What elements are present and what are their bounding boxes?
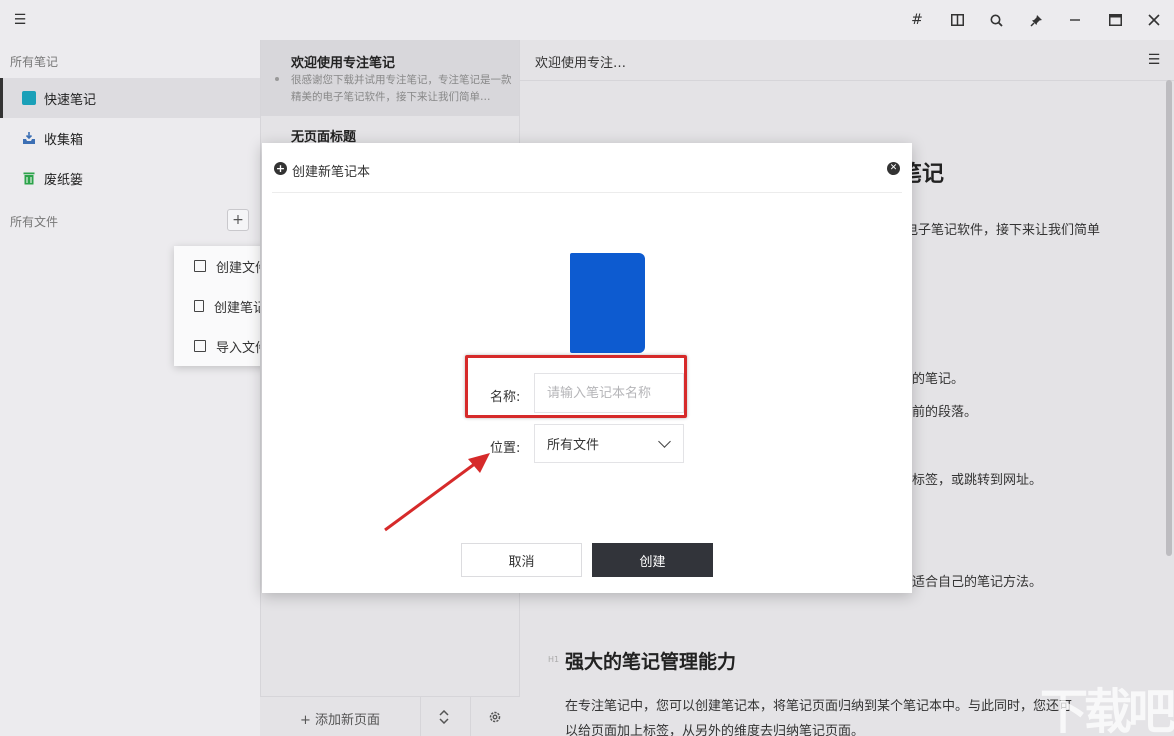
menu-icon[interactable]: ☰ — [1144, 50, 1164, 70]
gear-icon[interactable] — [488, 709, 502, 728]
note-icon — [22, 91, 36, 105]
close-icon[interactable] — [1144, 10, 1164, 30]
section-title-all-files: 所有文件 — [10, 215, 59, 229]
note-title: 欢迎使用专注笔记 — [291, 56, 396, 71]
sidebar-item-label: 快速笔记 — [44, 92, 97, 108]
plus-circle-icon: + — [274, 162, 287, 175]
minimize-icon[interactable] — [1065, 10, 1085, 30]
editor-text-line: 前的段落。 — [912, 405, 978, 420]
editor-paragraph: 在专注笔记中，您可以创建笔记本，将笔记页面归纳到某个笔记本中。与此同时，您还可 — [565, 699, 1073, 714]
dialog-header: + 创建新笔记本 — [272, 143, 902, 193]
note-snippet: 很感谢您下载并试用专注笔记，专注笔记是一款精美的电子笔记软件，接下来让我们简单… — [291, 74, 512, 103]
editor-text-line: 标签，或跳转到网址。 — [912, 473, 1043, 488]
editor-title: 欢迎使用专注… — [535, 56, 627, 71]
sidebar: 所有笔记 快速笔记 收集箱 废纸篓 所有文件 — [0, 40, 260, 736]
add-page-button[interactable]: + 添加新页面 — [300, 709, 380, 728]
add-file-button[interactable]: + — [227, 209, 249, 231]
sidebar-item-quick-notes[interactable]: 快速笔记 — [0, 78, 260, 118]
divider — [420, 697, 421, 736]
scrollbar[interactable] — [1166, 80, 1172, 556]
maximize-icon[interactable] — [1105, 10, 1125, 30]
editor-text-line: 的笔记。 — [912, 372, 965, 387]
pin-icon[interactable] — [1026, 10, 1046, 30]
sidebar-item-label: 废纸篓 — [44, 172, 84, 188]
section-heading: 强大的笔记管理能力 — [565, 651, 737, 673]
folder-icon — [194, 260, 206, 272]
editor-paragraph: 以给页面加上标签，从另外的维度去归纳笔记页面。 — [565, 724, 865, 736]
annotation-arrow — [384, 453, 490, 532]
hash-icon[interactable]: # — [907, 10, 927, 30]
watermark-logo: 下载吧 — [1040, 684, 1174, 736]
location-value: 所有文件 — [547, 438, 600, 453]
sidebar-item-trash[interactable]: 废纸篓 — [0, 158, 260, 198]
sidebar-item-label: 收集箱 — [44, 132, 84, 148]
annotation-highlight-box — [465, 355, 687, 418]
search-icon[interactable] — [986, 10, 1006, 30]
location-select[interactable]: 所有文件 — [534, 424, 684, 463]
editor-text-line: 适合自己的笔记方法。 — [912, 575, 1043, 590]
note-dot — [275, 77, 279, 81]
divider — [470, 697, 471, 736]
import-icon — [194, 340, 206, 352]
trash-icon — [22, 171, 36, 185]
editor-text-line: 电子笔记软件，接下来让我们简单 — [905, 223, 1101, 238]
columns-icon[interactable] — [947, 10, 967, 30]
section-title-all-notes: 所有笔记 — [10, 55, 59, 69]
menu-item-import-file[interactable]: 导入文件 — [174, 326, 274, 366]
context-menu: 创建文件夹 创建笔记本 导入文件 — [174, 246, 274, 366]
title-bar: ☰ # — [0, 0, 1174, 40]
notebook-cover[interactable] — [570, 253, 645, 353]
heading-level-marker: H1 — [548, 655, 560, 664]
close-icon[interactable]: ✕ — [887, 162, 900, 175]
menu-icon[interactable]: ☰ — [10, 10, 30, 30]
chevron-down-icon — [658, 435, 671, 448]
note-list-item[interactable]: 欢迎使用专注笔记 很感谢您下载并试用专注笔记，专注笔记是一款精美的电子笔记软件，… — [261, 40, 519, 116]
sidebar-item-inbox[interactable]: 收集箱 — [0, 118, 260, 158]
sort-icon[interactable] — [438, 709, 450, 728]
note-list-footer: + 添加新页面 — [260, 696, 520, 736]
create-button[interactable]: 创建 — [592, 543, 713, 577]
menu-item-create-folder[interactable]: 创建文件夹 — [174, 246, 274, 286]
dialog-title: 创建新笔记本 — [292, 165, 371, 180]
inbox-icon — [22, 131, 36, 145]
menu-item-create-notebook[interactable]: 创建笔记本 — [174, 286, 274, 326]
notebook-icon — [194, 300, 204, 312]
cancel-button[interactable]: 取消 — [461, 543, 582, 577]
divider — [520, 80, 1174, 81]
